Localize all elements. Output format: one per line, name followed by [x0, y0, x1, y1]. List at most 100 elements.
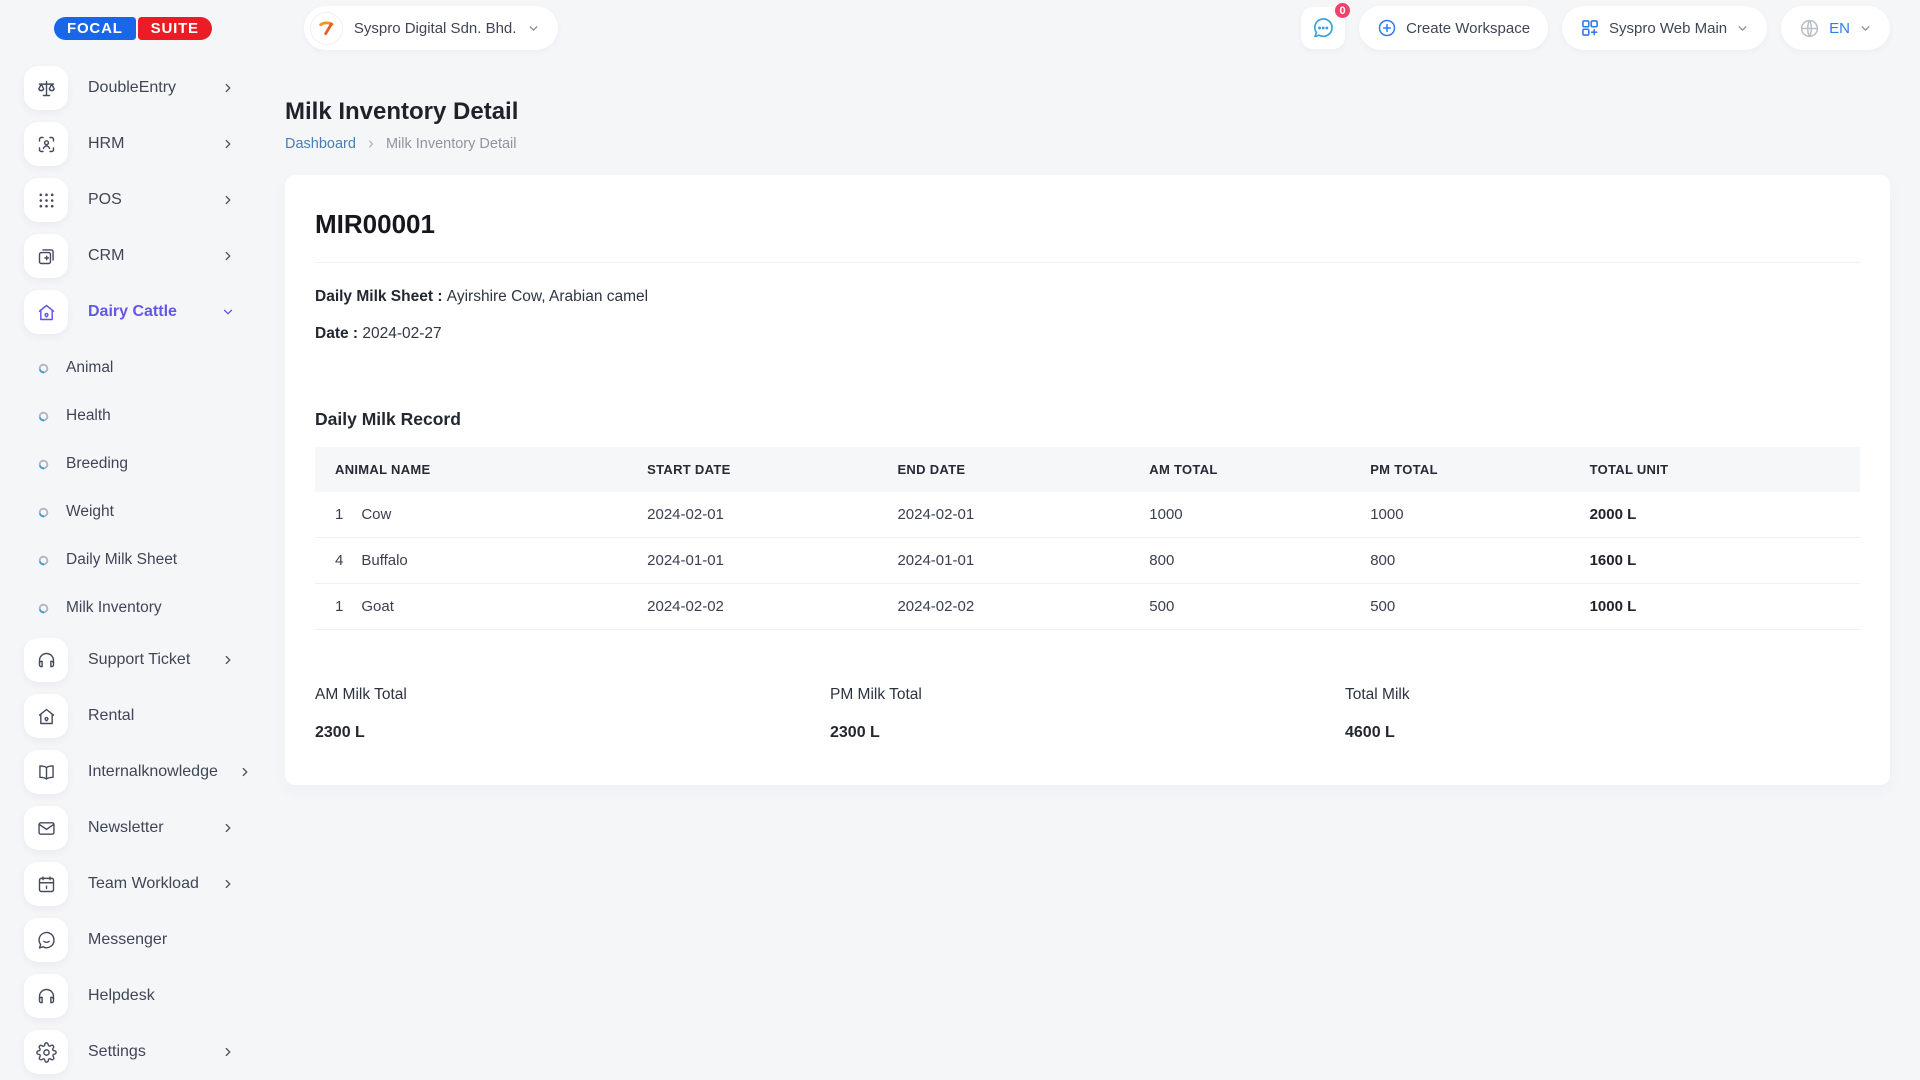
cell-end-date: 2024-01-01 [897, 538, 1149, 584]
total-milk-value: 4600 L [1345, 724, 1860, 742]
chevron-down-icon [527, 22, 540, 35]
create-workspace-label: Create Workspace [1406, 20, 1530, 37]
cell-start-date: 2024-01-01 [647, 538, 897, 584]
breadcrumb-current: Milk Inventory Detail [386, 136, 517, 152]
cell-pm-total: 1000 [1370, 492, 1589, 538]
chevron-right-icon [221, 249, 235, 263]
logo-secondary: SUITE [138, 17, 212, 40]
chat-bubble-icon [1311, 16, 1335, 40]
sidebar-item-health[interactable]: Health [24, 392, 257, 440]
sidebar-item-weight[interactable]: Weight [24, 488, 257, 536]
chevron-down-icon [1736, 22, 1749, 35]
chevron-right-icon [221, 81, 235, 95]
workspace-selector[interactable]: Syspro Digital Sdn. Bhd. [304, 6, 559, 50]
topbar: FOCAL SUITE Syspro Digital Sdn. Bhd. 0 [0, 0, 1920, 56]
create-workspace-button[interactable]: Create Workspace [1359, 6, 1548, 50]
sidebar-item-breeding[interactable]: Breeding [24, 440, 257, 488]
pm-milk-total: PM Milk Total 2300 L [830, 686, 1345, 742]
sidebar-item-hrm[interactable]: HRM [24, 120, 257, 168]
column-header-am-total: AM TOTAL [1149, 447, 1370, 492]
sidebar-item-support-ticket[interactable]: Support Ticket [24, 636, 257, 684]
date-label: Date [315, 325, 349, 342]
daily-milk-sheet-value: Ayirshire Cow, Arabian camel [447, 288, 648, 305]
dots-grid-icon [24, 178, 68, 222]
bullet-icon [38, 507, 49, 518]
chevron-right-icon [365, 138, 377, 150]
chevron-right-icon [221, 193, 235, 207]
sidebar-item-messenger[interactable]: Messenger [24, 916, 257, 964]
sidebar-item-label: Helpdesk [88, 987, 235, 1005]
sidebar: DoubleEntry HRM POS [0, 56, 257, 1080]
divider [315, 262, 1860, 263]
language-selector[interactable]: EN [1781, 6, 1890, 50]
house-icon [24, 694, 68, 738]
gear-icon [24, 1030, 68, 1074]
sidebar-item-animal[interactable]: Animal [24, 344, 257, 392]
messages-button[interactable]: 0 [1301, 7, 1345, 49]
headphones-icon [24, 638, 68, 682]
breadcrumb-dashboard-link[interactable]: Dashboard [285, 136, 356, 152]
totals-summary: AM Milk Total 2300 L PM Milk Total 2300 … [315, 686, 1860, 742]
separator: : [349, 325, 363, 342]
sidebar-item-milk-inventory[interactable]: Milk Inventory [24, 584, 257, 632]
chevron-right-icon [238, 765, 252, 779]
sidebar-item-newsletter[interactable]: Newsletter [24, 804, 257, 852]
sidebar-item-label: DoubleEntry [88, 79, 201, 97]
user-scan-icon [24, 122, 68, 166]
sidebar-item-helpdesk[interactable]: Helpdesk [24, 972, 257, 1020]
sidebar-item-crm[interactable]: CRM [24, 232, 257, 280]
cell-pm-total: 500 [1370, 584, 1589, 630]
overlapping-squares-icon [24, 234, 68, 278]
sidebar-item-label: POS [88, 191, 201, 209]
table-row: 4 Buffalo 2024-01-01 2024-01-01 800 800 … [315, 538, 1860, 584]
am-milk-total-label: AM Milk Total [315, 686, 830, 704]
chevron-right-icon [221, 653, 235, 667]
cell-total-unit: 1000 L [1590, 584, 1860, 630]
sidebar-item-pos[interactable]: POS [24, 176, 257, 224]
sidebar-item-doubleentry[interactable]: DoubleEntry [24, 64, 257, 112]
chevron-down-icon [1859, 22, 1872, 35]
column-header-pm-total: PM TOTAL [1370, 447, 1589, 492]
cell-qty: 1 [315, 584, 361, 630]
app-logo: FOCAL SUITE [54, 17, 212, 40]
cell-am-total: 1000 [1149, 492, 1370, 538]
bullet-icon [38, 363, 49, 374]
cell-total-unit: 1600 L [1590, 538, 1860, 584]
sidebar-item-label: Messenger [88, 931, 235, 949]
headphones-icon [24, 974, 68, 1018]
sidebar-item-settings[interactable]: Settings [24, 1028, 257, 1076]
sidebar-item-label: Internalknowledge [88, 763, 218, 781]
workspace-name: Syspro Digital Sdn. Bhd. [354, 20, 517, 37]
app-switcher[interactable]: Syspro Web Main [1562, 6, 1767, 50]
chevron-right-icon [221, 821, 235, 835]
sidebar-item-label: Dairy Cattle [88, 303, 201, 321]
sidebar-item-label: Settings [88, 1043, 201, 1061]
sidebar-item-team-workload[interactable]: Team Workload [24, 860, 257, 908]
table-row: 1 Goat 2024-02-02 2024-02-02 500 500 100… [315, 584, 1860, 630]
pm-milk-total-label: PM Milk Total [830, 686, 1345, 704]
separator: : [433, 288, 447, 305]
cell-am-total: 800 [1149, 538, 1370, 584]
globe-icon [1799, 18, 1820, 39]
breadcrumb: Dashboard Milk Inventory Detail [285, 136, 1890, 152]
record-code: MIR00001 [315, 209, 1860, 240]
sidebar-item-rental[interactable]: Rental [24, 692, 257, 740]
cell-qty: 1 [315, 492, 361, 538]
cell-animal-name: Cow [361, 492, 647, 538]
daily-milk-sheet-line: Daily Milk Sheet : Ayirshire Cow, Arabia… [315, 288, 1860, 306]
column-header-total-unit: TOTAL UNIT [1590, 447, 1860, 492]
plus-circle-icon [1377, 18, 1397, 38]
sidebar-item-dairy-cattle[interactable]: Dairy Cattle [24, 288, 257, 336]
pm-milk-total-value: 2300 L [830, 724, 1345, 742]
daily-milk-sheet-label: Daily Milk Sheet [315, 288, 433, 305]
scale-icon [24, 66, 68, 110]
house-icon [24, 290, 68, 334]
sidebar-item-internalknowledge[interactable]: Internalknowledge [24, 748, 257, 796]
sidebar-item-label: Support Ticket [88, 651, 201, 669]
chevron-right-icon [221, 1045, 235, 1059]
cell-start-date: 2024-02-01 [647, 492, 897, 538]
sidebar-item-label: Rental [88, 707, 235, 725]
cell-end-date: 2024-02-02 [897, 584, 1149, 630]
table-row: 1 Cow 2024-02-01 2024-02-01 1000 1000 20… [315, 492, 1860, 538]
sidebar-item-daily-milk-sheet[interactable]: Daily Milk Sheet [24, 536, 257, 584]
